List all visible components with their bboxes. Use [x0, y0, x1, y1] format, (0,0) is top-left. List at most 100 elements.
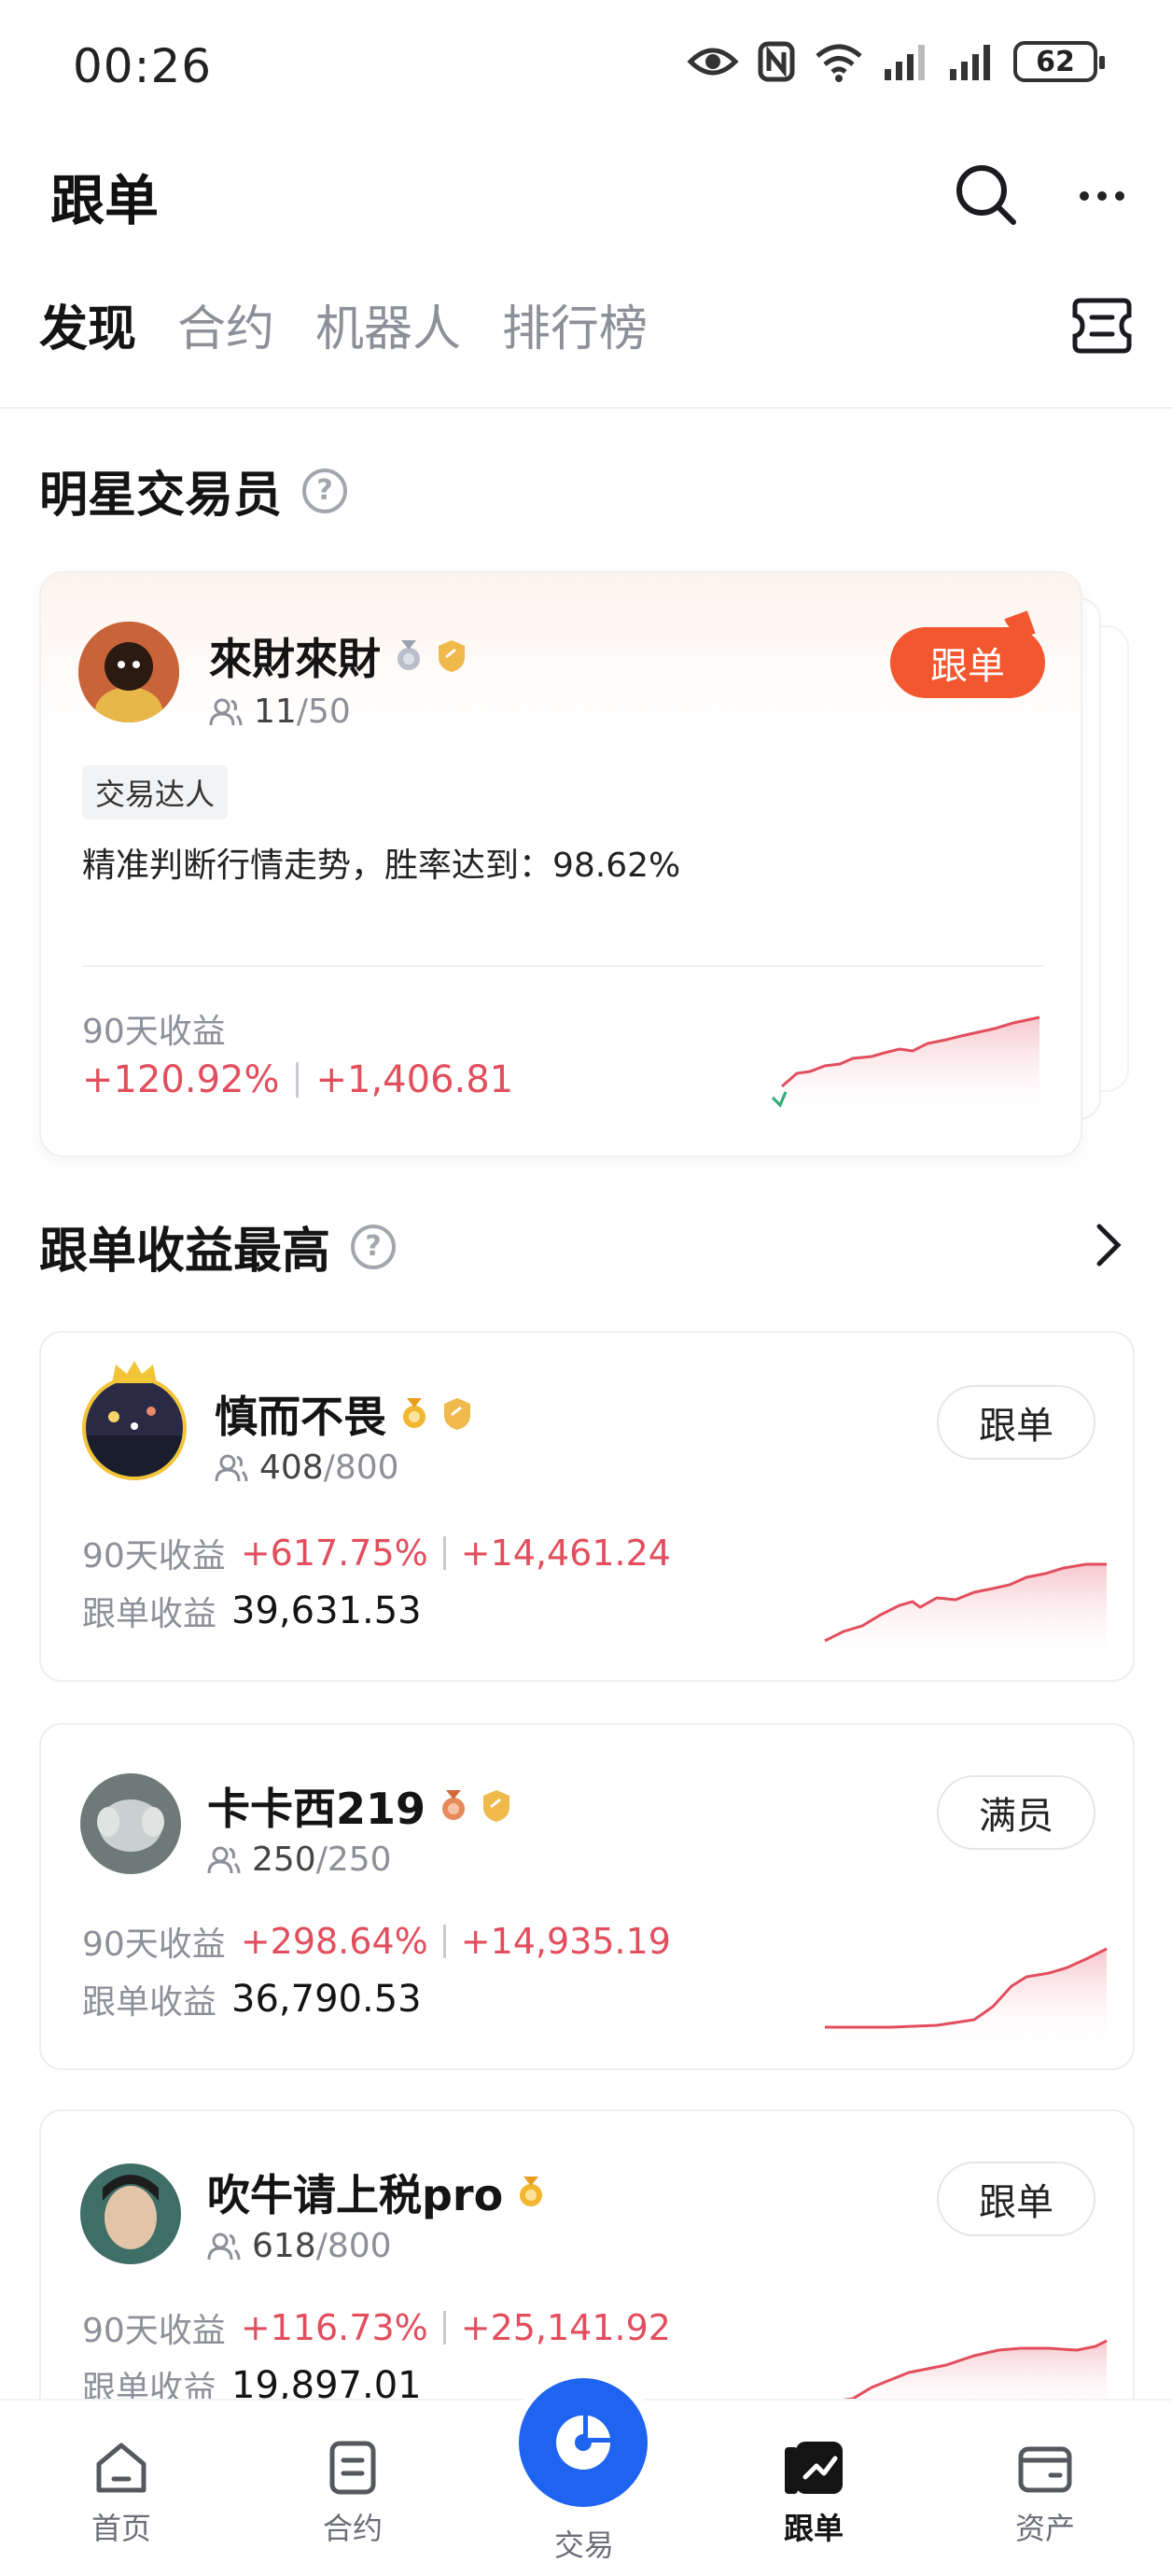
page-title: 跟单: [50, 169, 160, 232]
separator: [296, 1062, 300, 1098]
copy-profit-row: 跟单收益 36,790.53: [82, 1975, 422, 2023]
nav-contract[interactable]: 合约: [278, 2438, 427, 2548]
contract-icon: [329, 2441, 376, 2495]
users-icon: [209, 698, 243, 725]
copy-profit-row: 跟单收益 39,631.53: [82, 1587, 422, 1635]
tab-ranking[interactable]: 排行榜: [502, 289, 648, 359]
followers-current: 618: [252, 2227, 316, 2265]
shield-badge-icon: [444, 1398, 470, 1430]
follower-count: 408/800: [215, 1449, 399, 1487]
profit-sparkline: [771, 1015, 1040, 1122]
eye-icon: [687, 48, 739, 76]
trader-name-text: 卡卡西219: [207, 1784, 426, 1834]
nav-label: 跟单: [783, 2511, 844, 2546]
avatar-image: [86, 1379, 183, 1477]
header-divider: [0, 407, 1172, 409]
follower-count: 250/250: [207, 1841, 392, 1879]
trader-name: 慎而不畏: [215, 1383, 472, 1445]
signal-1-icon: [885, 45, 925, 80]
section-title: 明星交易员: [39, 468, 283, 524]
order-list-button[interactable]: [1069, 297, 1135, 355]
battery-icon: 62: [1013, 41, 1105, 82]
users-icon: [207, 1846, 241, 1873]
avatar: [78, 622, 179, 722]
trader-name-text: 慎而不畏: [215, 1392, 386, 1442]
copy-trade-icon: [785, 2442, 843, 2494]
nav-label: 合约: [322, 2511, 383, 2546]
profit-percent: +116.73%: [240, 2307, 428, 2348]
users-icon: [207, 2233, 241, 2260]
trader-tag: 交易达人: [82, 765, 229, 819]
gold-medal-icon: [520, 2177, 543, 2206]
profit-row: 90天收益 +116.73% +25,141.92: [82, 2303, 671, 2352]
status-time: 00:26: [73, 39, 213, 93]
nav-home[interactable]: 首页: [47, 2438, 196, 2548]
chevron-right-icon[interactable]: [1090, 1219, 1127, 1271]
follow-button[interactable]: 跟单: [937, 2162, 1095, 2236]
full-button[interactable]: 满员: [937, 1775, 1095, 1850]
section-title: 跟单收益最高: [39, 1224, 331, 1280]
crown-icon: [112, 1361, 157, 1383]
search-icon: [956, 165, 1016, 225]
follower-count: 618/800: [207, 2227, 392, 2265]
status-icons: 62: [687, 41, 1105, 82]
tab-contract[interactable]: 合约: [177, 289, 274, 359]
profit-row: +120.92% +1,406.81: [82, 1058, 513, 1101]
profit-label: 90天收益: [82, 1925, 226, 1964]
nav-copy-trade[interactable]: 跟单: [739, 2438, 888, 2548]
more-dot: [1080, 191, 1089, 201]
profit-row: 90天收益 +298.64% +14,935.19: [82, 1917, 671, 1966]
profit-sparkline: [825, 1947, 1108, 2051]
wifi-icon: [816, 44, 862, 82]
nav-trade[interactable]: [519, 2378, 648, 2507]
trader-name: 來財來財: [209, 625, 467, 687]
separator: [442, 1925, 446, 1958]
tab-discover[interactable]: 发现: [39, 289, 136, 359]
nfc-icon: [758, 41, 795, 82]
home-icon: [96, 2443, 146, 2493]
tab-bar: 发现 合约 机器人 排行榜: [39, 289, 648, 359]
top-copy-heading: 跟单收益最高 ?: [39, 1211, 397, 1281]
gold-medal-icon: [403, 1398, 426, 1428]
follower-count: 11/50: [209, 693, 351, 731]
more-dot: [1097, 191, 1107, 201]
star-trader-card[interactable]: 來財來財 11/50 跟单 交易达人 精准判断行情走势，胜率达到：98.62% …: [39, 571, 1082, 1157]
nav-assets[interactable]: 资产: [970, 2438, 1120, 2548]
followers-max: /800: [323, 1449, 399, 1487]
profit-percent: +120.92%: [82, 1058, 280, 1101]
profit-sparkline: [824, 1562, 1107, 1663]
profit-label: 90天收益: [82, 1537, 226, 1575]
tab-robot[interactable]: 机器人: [315, 289, 461, 359]
copy-profit-label: 跟单收益: [82, 1983, 217, 2022]
more-menu-button[interactable]: [1069, 168, 1135, 224]
profit-amount: +14,461.24: [460, 1533, 671, 1574]
help-icon[interactable]: ?: [351, 1224, 397, 1269]
trader-card[interactable]: 慎而不畏 408/800 跟单 90天收益 +617.75% +14,461.2…: [39, 1331, 1135, 1682]
separator: [442, 1536, 446, 1570]
nav-label: 交易: [553, 2527, 614, 2563]
followers-max: /50: [296, 693, 351, 731]
help-icon[interactable]: ?: [302, 468, 348, 513]
copy-profit-label: 跟单收益: [82, 1595, 217, 1633]
status-bar: 00:26 62: [0, 0, 1172, 131]
follow-button[interactable]: 跟单: [890, 627, 1045, 698]
users-icon: [215, 1454, 248, 1481]
profit-percent: +617.75%: [240, 1533, 428, 1574]
trade-icon: [556, 2415, 610, 2470]
shield-badge-icon: [439, 640, 465, 672]
followers-max: /800: [315, 2227, 392, 2265]
follow-button[interactable]: 跟单: [937, 1385, 1095, 1460]
silver-medal-icon: [398, 640, 420, 670]
avatar-image: [80, 2163, 181, 2264]
wallet-icon: [1018, 2446, 1072, 2493]
profit-label: 90天收益: [82, 2312, 226, 2350]
profit-row: 90天收益 +617.75% +14,461.24: [82, 1529, 671, 1577]
separator: [442, 2311, 446, 2345]
avatar: [82, 1376, 187, 1480]
signal-2-icon: [950, 45, 990, 80]
trader-card[interactable]: 卡卡西219 250/250 满员 90天收益 +298.64% +14,935…: [39, 1723, 1135, 2070]
trader-name-text: 來財來財: [209, 634, 381, 684]
search-button[interactable]: [954, 162, 1019, 228]
profit-amount: +14,935.19: [460, 1921, 671, 1962]
nav-trade-label-wrap: 交易: [509, 2522, 659, 2565]
